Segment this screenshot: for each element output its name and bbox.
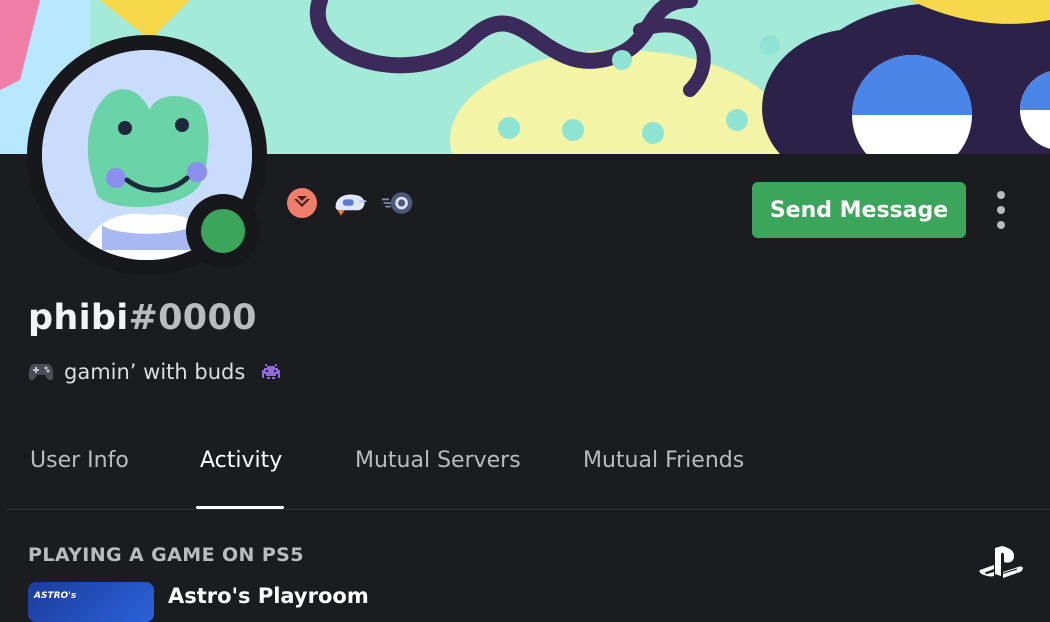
- controller-icon: [28, 364, 54, 381]
- tab-mutual-servers[interactable]: Mutual Servers: [355, 448, 521, 473]
- tab-user-info[interactable]: User Info: [30, 448, 129, 473]
- menu-dot: [997, 206, 1005, 214]
- tab-mutual-friends[interactable]: Mutual Friends: [583, 448, 744, 473]
- profile-badges: [284, 186, 416, 220]
- activity-section-title: PLAYING A GAME ON PS5: [28, 544, 304, 566]
- tab-activity[interactable]: Activity: [200, 448, 282, 473]
- username-discriminator: #0000: [128, 298, 257, 338]
- username-name: phibi: [28, 298, 129, 338]
- custom-status: gamin’ with buds: [28, 360, 283, 384]
- game-title: Astro's Playroom: [168, 584, 369, 608]
- server-boost-badge-icon[interactable]: [380, 186, 416, 220]
- playstation-icon: [979, 546, 1023, 578]
- space-invader-icon: [262, 364, 281, 379]
- profile-tabs: User Info Activity Mutual Servers Mutual…: [0, 440, 1050, 512]
- send-message-button[interactable]: Send Message: [752, 182, 966, 238]
- username: phibi#0000: [28, 298, 257, 338]
- online-status-icon: [201, 209, 245, 253]
- nitro-badge-icon[interactable]: [332, 186, 368, 220]
- game-thumbnail[interactable]: ASTRO's: [28, 582, 154, 622]
- menu-dot: [997, 191, 1005, 199]
- menu-dot: [997, 221, 1005, 229]
- kebab-menu-icon[interactable]: [988, 188, 1014, 232]
- custom-status-text: gamin’ with buds: [64, 360, 246, 384]
- hypesquad-brilliance-badge-icon[interactable]: [284, 186, 320, 220]
- tabs-divider: [6, 509, 1050, 510]
